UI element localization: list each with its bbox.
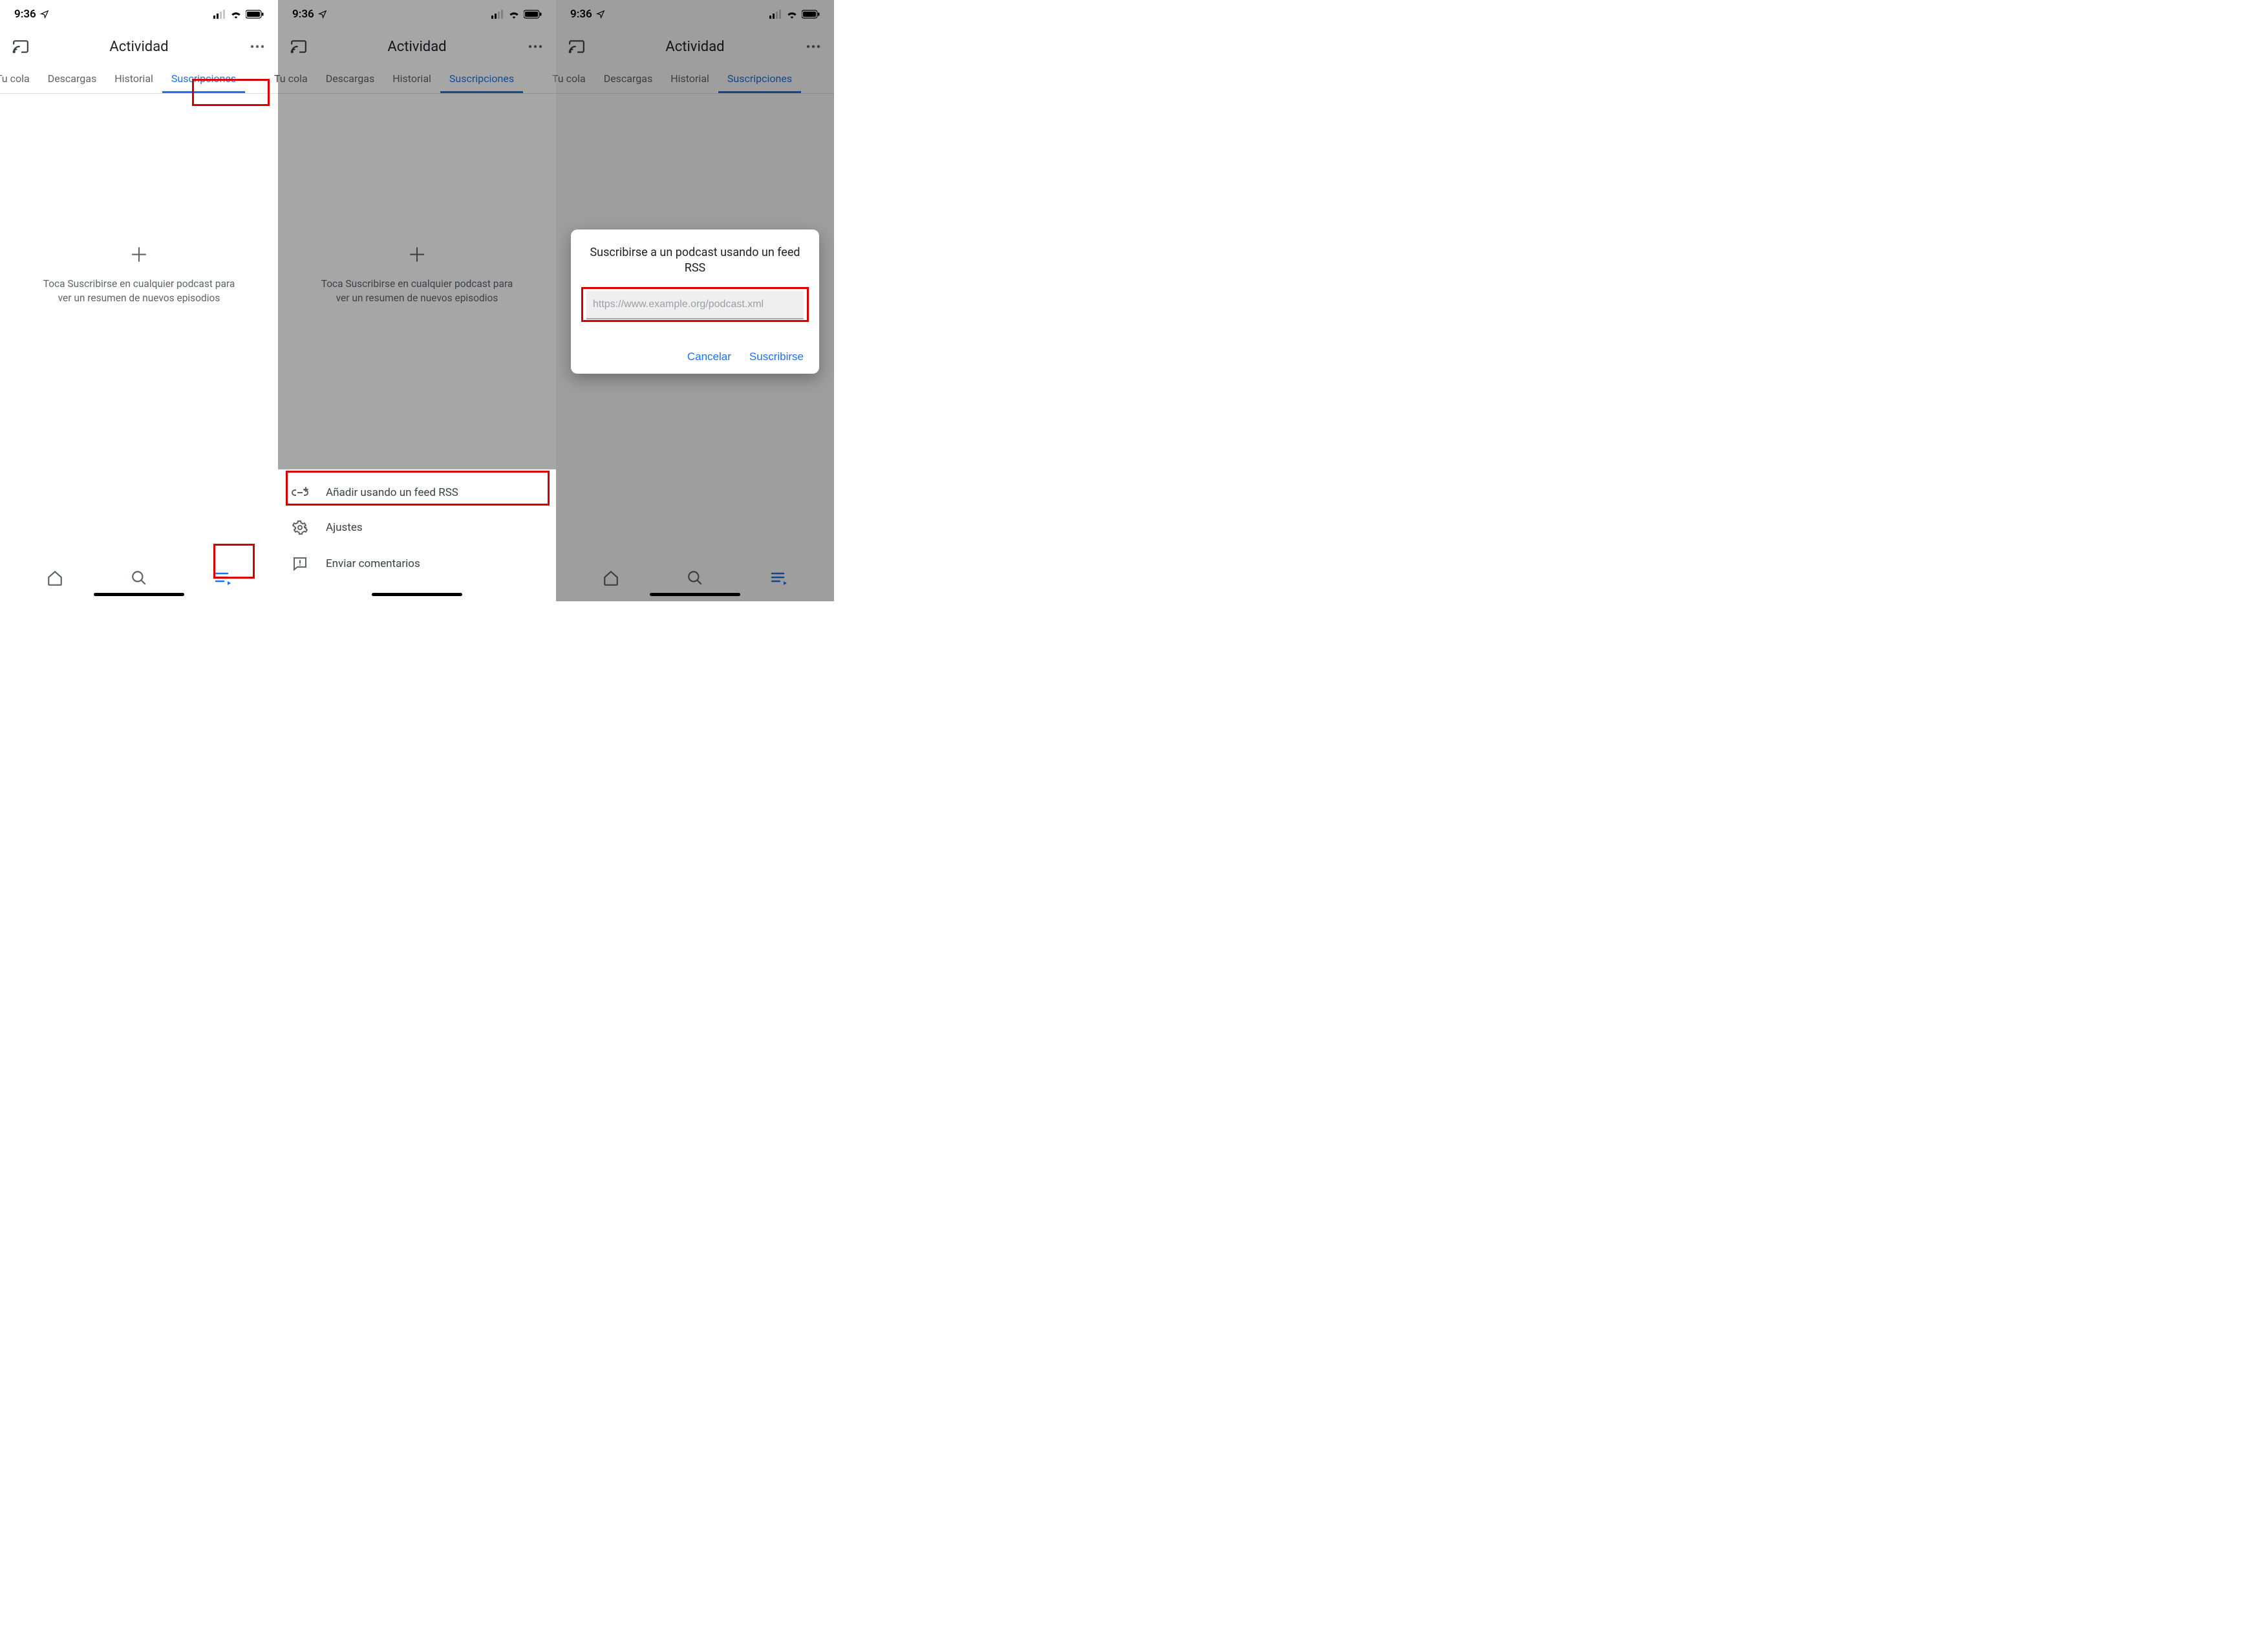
sheet-item-feedback[interactable]: Enviar comentarios <box>278 546 556 582</box>
screenshot-panel-3: 9:36 Actividad Tu cola Descargas Histori… <box>556 0 834 601</box>
more-icon[interactable] <box>246 45 269 48</box>
sheet-item-label: Ajustes <box>326 521 363 534</box>
empty-text-line1: Toca Suscribirse en cualquier podcast pa… <box>321 278 513 290</box>
rss-subscribe-dialog: Suscribirse a un podcast usando un feed … <box>571 230 819 374</box>
tab-queue[interactable]: Tu cola <box>0 65 39 93</box>
nav-home[interactable] <box>29 570 81 586</box>
playlist-icon <box>214 570 232 586</box>
status-time: 9:36 <box>14 8 36 21</box>
tabs: Tu cola Descargas Historial Suscripcione… <box>278 65 556 94</box>
tab-history[interactable]: Historial <box>383 65 440 93</box>
empty-text-line2: ver un resumen de nuevos episodios <box>58 292 220 304</box>
sheet-item-label: Enviar comentarios <box>326 557 420 570</box>
bottom-sheet: Añadir usando un feed RSS Ajustes Enviar… <box>278 469 556 601</box>
screenshot-panel-2: 9:36 Actividad Tu cola Descargas Histori… <box>278 0 556 601</box>
status-time: 9:36 <box>292 8 314 21</box>
home-indicator[interactable] <box>650 593 740 596</box>
tab-downloads[interactable]: Descargas <box>317 65 384 93</box>
dialog-title: Suscribirse a un podcast usando un feed … <box>586 245 804 277</box>
link-icon <box>291 486 309 499</box>
sheet-item-settings[interactable]: Ajustes <box>278 509 556 546</box>
empty-text-line1: Toca Suscribirse en cualquier podcast pa… <box>43 278 235 290</box>
content-area: ＋ Toca Suscribirse en cualquier podcast … <box>0 94 278 555</box>
tab-history[interactable]: Historial <box>105 65 162 93</box>
rss-url-input[interactable] <box>586 291 804 319</box>
cellular-icon <box>213 10 226 19</box>
plus-icon[interactable]: ＋ <box>407 239 427 268</box>
status-bar: 9:36 <box>0 0 278 28</box>
page-title: Actividad <box>310 39 524 55</box>
sheet-item-add-rss[interactable]: Añadir usando un feed RSS <box>278 476 556 509</box>
dialog-overlay[interactable]: Suscribirse a un podcast usando un feed … <box>556 0 834 601</box>
tab-queue[interactable]: Tu cola <box>274 65 317 93</box>
app-header: Actividad <box>0 28 278 65</box>
battery-icon <box>524 10 542 19</box>
tab-subscriptions[interactable]: Suscripciones <box>440 65 523 93</box>
home-indicator[interactable] <box>372 593 462 596</box>
tab-downloads[interactable]: Descargas <box>39 65 106 93</box>
empty-text-line2: ver un resumen de nuevos episodios <box>336 292 498 304</box>
wifi-icon <box>508 10 520 19</box>
screenshot-panel-1: 9:36 Actividad Tu cola Descargas Histori… <box>0 0 278 601</box>
cast-icon[interactable] <box>9 39 32 54</box>
cellular-icon <box>491 10 504 19</box>
tabs: Tu cola Descargas Historial Suscripcione… <box>0 65 278 94</box>
cancel-button[interactable]: Cancelar <box>687 350 731 363</box>
plus-icon[interactable]: ＋ <box>129 239 149 268</box>
location-icon <box>318 10 327 19</box>
feedback-icon <box>291 556 309 572</box>
subscribe-button[interactable]: Suscribirse <box>749 350 804 363</box>
nav-search[interactable] <box>113 570 165 586</box>
sheet-item-label: Añadir usando un feed RSS <box>326 486 458 499</box>
location-icon <box>40 10 49 19</box>
gear-icon <box>291 520 309 535</box>
tab-subscriptions[interactable]: Suscripciones <box>162 65 245 93</box>
search-icon <box>131 570 147 586</box>
empty-state: ＋ Toca Suscribirse en cualquier podcast … <box>0 94 278 555</box>
app-header: Actividad <box>278 28 556 65</box>
cast-icon[interactable] <box>287 39 310 54</box>
nav-activity[interactable] <box>197 570 249 586</box>
home-indicator[interactable] <box>94 593 184 596</box>
battery-icon <box>246 10 264 19</box>
home-icon <box>47 570 63 586</box>
wifi-icon <box>230 10 242 19</box>
page-title: Actividad <box>32 39 246 55</box>
more-icon[interactable] <box>524 45 547 48</box>
status-bar: 9:36 <box>278 0 556 28</box>
